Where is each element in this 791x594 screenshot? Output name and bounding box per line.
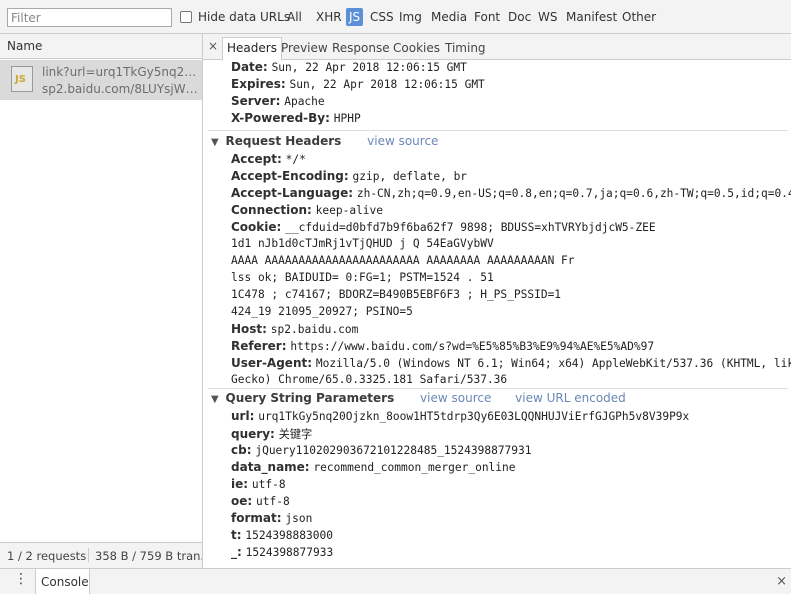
- view-source-link[interactable]: view source: [367, 134, 438, 148]
- close-drawer-icon[interactable]: ×: [776, 574, 787, 589]
- hide-data-urls-label: Hide data URLs: [198, 10, 291, 24]
- type-filter-doc[interactable]: Doc: [508, 10, 531, 24]
- section-title: Request Headers: [225, 134, 342, 148]
- section-divider: [208, 388, 788, 389]
- param-oe: oe: utf-8: [231, 494, 290, 508]
- header-host: Host: sp2.baidu.com: [231, 322, 359, 336]
- cookie-value-line: 424_19 21095_20927; PSINO=5: [231, 305, 413, 318]
- type-filter-ws[interactable]: WS: [538, 10, 557, 24]
- param-query: query: 关键字: [231, 427, 313, 441]
- type-filter-css[interactable]: CSS: [370, 10, 394, 24]
- request-domain: sp2.baidu.com/8LUYsjW91Qh3otqbppnN2DJv: [42, 82, 200, 96]
- header-server: Server: Apache: [231, 94, 325, 108]
- header-accept-language: Accept-Language: zh-CN,zh;q=0.9,en-US;q=…: [231, 186, 791, 200]
- request-count: 1 / 2 requests: [7, 549, 87, 563]
- cookie-value-line: 1C478 ; c74167; BDORZ=B490B5EBF6F3 ; H_P…: [231, 288, 562, 301]
- expand-triangle-icon: ▼: [211, 137, 219, 148]
- header-user-agent: User-Agent: Mozilla/5.0 (Windows NT 6.1;…: [231, 356, 791, 370]
- request-name: link?url=urq1TkGy5nq20Ojzkn_8oow1HT5tdrp…: [42, 65, 200, 79]
- headers-content: Date: Sun, 22 Apr 2018 12:06:15 GMT Expi…: [203, 60, 791, 568]
- cookie-value-line: AAAA AAAAAAAAAAAAAAAAAAAAAAA AAAAAAAA AA…: [231, 254, 575, 267]
- param-url: url: urq1TkGy5nq20Ojzkn_8oow1HT5tdrp3Qy6…: [231, 409, 690, 423]
- header-referer: Referer: https://www.baidu.com/s?wd=%E5%…: [231, 339, 655, 353]
- param-underscore: _: 1524398877933: [231, 545, 334, 559]
- view-url-encoded-link[interactable]: view URL encoded: [515, 391, 626, 405]
- request-list-pane: Name JS link?url=urq1TkGy5nq20Ojzkn_8oow…: [0, 34, 203, 568]
- query-params-section[interactable]: ▼ Query String Parameters view source vi…: [211, 391, 626, 405]
- close-icon[interactable]: ×: [208, 39, 218, 53]
- request-row[interactable]: JS link?url=urq1TkGy5nq20Ojzkn_8oow1HT5t…: [0, 60, 202, 100]
- header-expires: Expires: Sun, 22 Apr 2018 12:06:15 GMT: [231, 77, 485, 91]
- hide-data-urls-checkbox[interactable]: [180, 11, 192, 23]
- tab-response[interactable]: Response: [332, 41, 390, 55]
- section-title: Query String Parameters: [225, 391, 395, 405]
- tab-console[interactable]: Console: [35, 569, 90, 594]
- name-column-header[interactable]: Name: [0, 34, 202, 59]
- name-column-label: Name: [7, 39, 43, 53]
- transfer-size: 358 B / 759 B tran...: [95, 549, 202, 563]
- drawer-bar: ⋮ Console ×: [0, 568, 791, 594]
- header-date: Date: Sun, 22 Apr 2018 12:06:15 GMT: [231, 60, 467, 74]
- param-cb: cb: jQuery110202903672101228485_15243988…: [231, 443, 532, 457]
- param-data-name: data_name: recommend_common_merger_onlin…: [231, 460, 516, 474]
- footer-divider: [88, 548, 89, 562]
- tab-timing[interactable]: Timing: [445, 41, 486, 55]
- header-accept-encoding: Accept-Encoding: gzip, deflate, br: [231, 169, 468, 183]
- tab-cookies[interactable]: Cookies: [393, 41, 440, 55]
- detail-tab-bar: × Headers Preview Response Cookies Timin…: [203, 34, 791, 61]
- filter-input[interactable]: [7, 8, 172, 27]
- param-ie: ie: utf-8: [231, 477, 286, 491]
- type-filter-js[interactable]: JS: [346, 8, 364, 26]
- header-connection: Connection: keep-alive: [231, 203, 384, 217]
- console-tab-label: Console: [41, 575, 89, 589]
- header-accept: Accept: */*: [231, 152, 306, 166]
- param-format: format: json: [231, 511, 313, 525]
- tab-headers[interactable]: Headers: [222, 37, 282, 61]
- type-filter-xhr[interactable]: XHR: [316, 10, 342, 24]
- network-filter-bar: Hide data URLs All XHR JS CSS Img Media …: [0, 0, 791, 34]
- js-file-icon: JS: [11, 66, 33, 92]
- header-cookie: Cookie: __cfduid=d0bfd7b9f6ba62f7 9898; …: [231, 220, 656, 234]
- type-filter-img[interactable]: Img: [399, 10, 422, 24]
- cookie-value-line: lss ok; BAIDUID= 0:FG=1; PSTM=1524 . 51: [231, 271, 494, 284]
- user-agent-value-line: Gecko) Chrome/65.0.3325.181 Safari/537.3…: [231, 373, 508, 386]
- cookie-value-line: 1d1 nJb1d0cTJmRj1vTjQHUD j Q 54EaGVybWV: [231, 237, 494, 250]
- request-summary-footer: 1 / 2 requests 358 B / 759 B tran...: [0, 542, 202, 568]
- param-t: t: 1524398883000: [231, 528, 333, 542]
- section-divider: [208, 130, 788, 131]
- header-x-powered-by: X-Powered-By: HPHP: [231, 111, 361, 125]
- type-filter-other[interactable]: Other: [622, 10, 656, 24]
- view-source-link[interactable]: view source: [420, 391, 491, 405]
- type-filter-all[interactable]: All: [287, 10, 302, 24]
- type-filter-media[interactable]: Media: [431, 10, 467, 24]
- more-options-icon[interactable]: ⋮: [14, 572, 28, 586]
- type-filter-manifest[interactable]: Manifest: [566, 10, 617, 24]
- tab-preview[interactable]: Preview: [281, 41, 328, 55]
- type-filter-font[interactable]: Font: [474, 10, 500, 24]
- request-headers-section[interactable]: ▼ Request Headers view source: [211, 134, 438, 148]
- expand-triangle-icon: ▼: [211, 394, 219, 405]
